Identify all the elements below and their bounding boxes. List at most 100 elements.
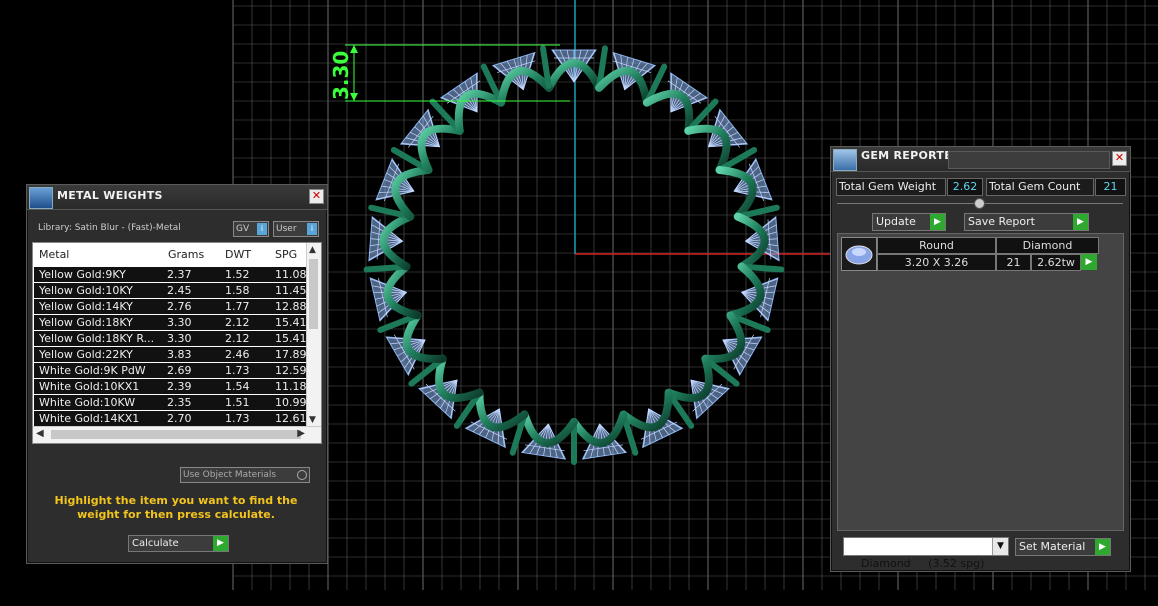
splitter-knob-icon xyxy=(974,198,985,209)
cell-grams: 3.30 xyxy=(167,316,192,329)
table-row[interactable]: Yellow Gold:22KY 3.83 2.46 17.89 xyxy=(34,347,320,362)
cell-dwt: 1.58 xyxy=(225,284,250,297)
close-icon[interactable]: ✕ xyxy=(1112,151,1127,166)
material-select[interactable]: Diamond (3.52 spg) ▼ xyxy=(843,537,1009,570)
material-select-value: Diamond (3.52 spg) xyxy=(861,557,985,570)
cell-dwt: 2.12 xyxy=(225,316,250,329)
gem-reporter-app-icon xyxy=(833,149,857,171)
band-segment[interactable] xyxy=(642,89,694,135)
cell-dwt: 1.51 xyxy=(225,396,250,409)
close-icon[interactable]: ✕ xyxy=(309,189,324,204)
calculate-button[interactable]: Calculate ▶ xyxy=(128,535,229,552)
user-button[interactable]: User i xyxy=(273,221,319,237)
cell-grams: 3.83 xyxy=(167,348,192,361)
vertical-scrollbar[interactable]: ▲ ▼ xyxy=(306,243,321,427)
cell-grams: 3.30 xyxy=(167,332,192,345)
table-row[interactable]: Yellow Gold:18KY 3.30 2.12 15.41 xyxy=(34,315,320,330)
cell-spg: 11.18 xyxy=(275,380,307,393)
band-segment[interactable] xyxy=(402,311,447,363)
cell-metal: White Gold:10KX1 xyxy=(39,380,140,393)
col-spg[interactable]: SPG xyxy=(275,248,297,261)
metal-table-body: Yellow Gold:9KY 2.37 1.52 11.08 Yellow Gold:… xyxy=(34,267,320,443)
cell-dwt: 1.73 xyxy=(225,412,250,425)
cell-dwt: 1.52 xyxy=(225,268,250,281)
cell-spg: 12.88 xyxy=(275,300,307,313)
col-metal[interactable]: Metal xyxy=(39,248,69,261)
metal-table[interactable]: Metal Grams DWT SPG Yellow Gold:9KY 2.37 1… xyxy=(32,242,322,444)
table-row[interactable]: Yellow Gold:18KY R... 3.30 2.12 15.41 xyxy=(34,331,320,346)
total-gem-weight-label: Total Gem Weight xyxy=(836,178,946,196)
gem-list[interactable]: Round Diamond 3.20 X 3.26 21 2.62tw ▶ xyxy=(837,233,1124,531)
scroll-thumb[interactable] xyxy=(309,259,318,329)
scroll-right-icon[interactable]: ▶ xyxy=(297,428,305,439)
gem-material: Diamond xyxy=(996,237,1099,254)
prong xyxy=(363,263,408,273)
gem-size: 3.20 X 3.26 xyxy=(877,254,996,271)
diamond-icon xyxy=(841,237,877,271)
gem-select-arrow-icon[interactable]: ▶ xyxy=(1081,254,1097,270)
set-material-label: Set Material xyxy=(1019,540,1086,553)
gem-list-item[interactable]: Round Diamond 3.20 X 3.26 21 2.62tw ▶ xyxy=(841,237,1101,273)
user-label: User xyxy=(276,224,297,234)
total-gem-count-value: 21 xyxy=(1095,178,1126,196)
table-row[interactable]: White Gold:10KW 2.35 1.51 10.99 xyxy=(34,395,320,410)
gem-reporter-panel: GEM REPORTER ✕ Total Gem Weight 2.62 Tot… xyxy=(830,146,1131,572)
ring-model[interactable] xyxy=(363,45,785,465)
radio-icon xyxy=(297,470,307,480)
cell-grams: 2.39 xyxy=(167,380,192,393)
dropdown-arrow-icon[interactable]: ▼ xyxy=(992,538,1008,555)
cell-metal: Yellow Gold:18KY xyxy=(39,316,133,329)
dimension-label: 3.30 xyxy=(329,51,353,100)
metal-weights-titlebar[interactable]: METAL WEIGHTS ✕ xyxy=(27,185,327,210)
cell-metal: Yellow Gold:22KY xyxy=(39,348,133,361)
update-button[interactable]: Update ▶ xyxy=(872,213,946,231)
total-gem-weight-value: 2.62 xyxy=(947,178,983,196)
save-report-label: Save Report xyxy=(968,215,1035,228)
gv-button[interactable]: GV i xyxy=(233,221,269,237)
table-row[interactable]: White Gold:10KX1 2.39 1.54 11.18 xyxy=(34,379,320,394)
scroll-up-icon[interactable]: ▲ xyxy=(309,245,316,255)
band-segment[interactable] xyxy=(435,354,484,402)
cell-dwt: 1.73 xyxy=(225,364,250,377)
splitter-handle[interactable] xyxy=(837,198,1123,209)
play-arrow-icon: ▶ xyxy=(1073,214,1088,230)
metal-weights-app-icon xyxy=(29,187,53,209)
play-arrow-icon: ▶ xyxy=(1095,539,1110,555)
table-row[interactable]: White Gold:14KX1 2.70 1.73 12.61 xyxy=(34,411,320,426)
use-object-materials-toggle[interactable]: Use Object Materials xyxy=(180,467,310,483)
table-row[interactable]: White Gold:9K PdW 2.69 1.73 12.59 xyxy=(34,363,320,378)
scroll-left-icon[interactable]: ◀ xyxy=(36,428,44,439)
horizontal-scrollbar[interactable]: ◀ ▶ xyxy=(33,426,321,443)
gem-reporter-title: GEM REPORTER xyxy=(861,149,961,162)
table-row[interactable]: Yellow Gold:14KY 2.76 1.77 12.88 xyxy=(34,299,320,314)
cell-grams: 2.35 xyxy=(167,396,192,409)
calculate-label: Calculate xyxy=(132,538,179,549)
scroll-down-icon[interactable]: ▼ xyxy=(309,415,316,425)
table-row[interactable]: Yellow Gold:9KY 2.37 1.52 11.08 xyxy=(34,267,320,282)
band-segment[interactable] xyxy=(701,311,746,363)
set-material-button[interactable]: Set Material ▶ xyxy=(1015,538,1111,556)
cell-metal: White Gold:10KW xyxy=(39,396,136,409)
cell-spg: 11.08 xyxy=(275,268,307,281)
col-grams[interactable]: Grams xyxy=(168,248,204,261)
gem-reporter-titlebar[interactable]: GEM REPORTER ✕ xyxy=(831,147,1130,172)
cell-metal: Yellow Gold:14KY xyxy=(39,300,133,313)
metal-table-header: Metal Grams DWT SPG xyxy=(33,243,321,265)
col-dwt[interactable]: DWT xyxy=(225,248,251,261)
band-segment[interactable] xyxy=(684,124,731,174)
cell-spg: 12.61 xyxy=(275,412,307,425)
title-bar-fill xyxy=(948,151,1110,169)
band-segment[interactable] xyxy=(417,124,464,174)
cell-spg: 11.45 xyxy=(275,284,307,297)
update-label: Update xyxy=(876,215,916,228)
gv-label: GV xyxy=(236,224,250,234)
cell-metal: Yellow Gold:18KY R... xyxy=(39,332,155,345)
cell-grams: 2.69 xyxy=(167,364,192,377)
cell-spg: 17.89 xyxy=(275,348,307,361)
cell-metal: Yellow Gold:9KY xyxy=(39,268,126,281)
scroll-thumb-h[interactable] xyxy=(51,430,301,439)
play-arrow-icon: ▶ xyxy=(930,214,945,230)
cell-spg: 12.59 xyxy=(275,364,307,377)
save-report-button[interactable]: Save Report ▶ xyxy=(964,213,1089,231)
table-row[interactable]: Yellow Gold:10KY 2.45 1.58 11.45 xyxy=(34,283,320,298)
